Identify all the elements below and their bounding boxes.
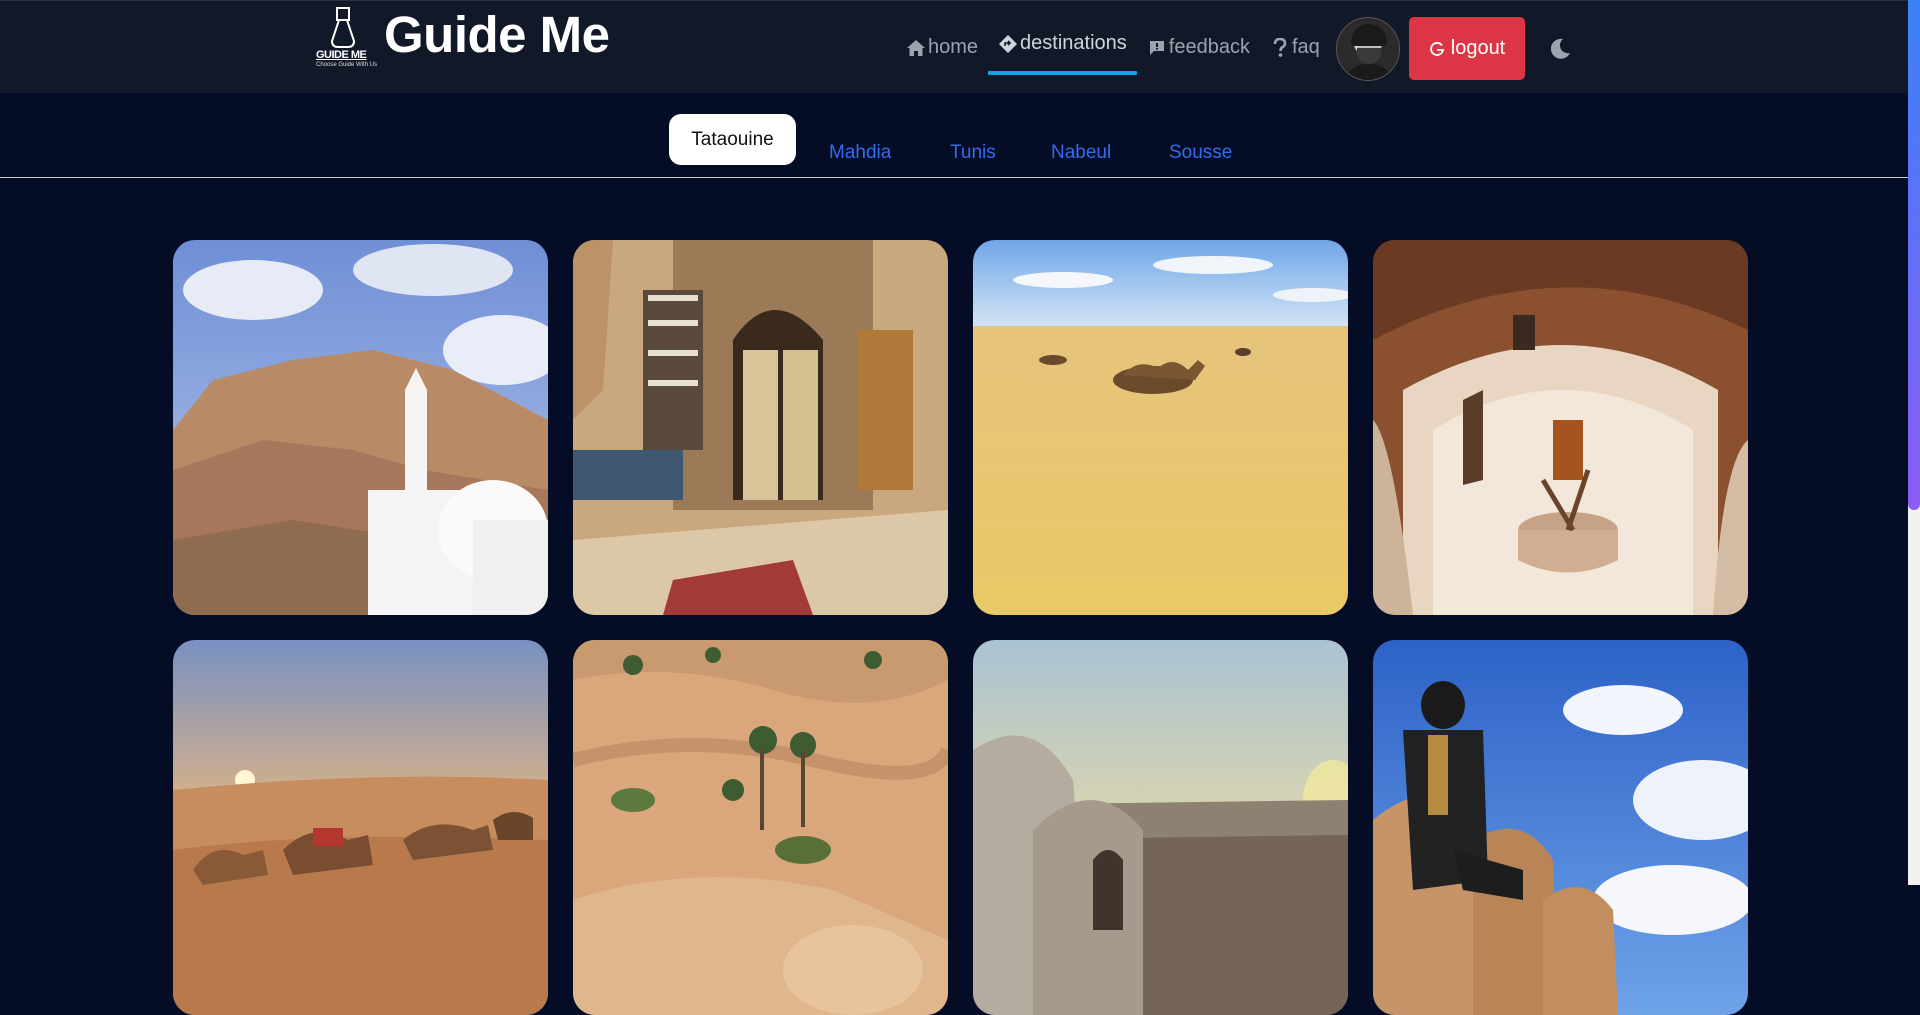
nav-destinations-label: destinations [1020,32,1127,54]
theme-toggle[interactable] [1546,35,1574,63]
nav-feedback-label: feedback [1168,36,1250,58]
person-logo-icon [330,7,356,48]
tab-mahdia[interactable]: Mahdia [829,142,891,164]
gallery-card[interactable] [173,640,548,1015]
brand-title: Guide Me [384,5,610,63]
dome-dusk-image [973,640,1348,1015]
nav-faq-link[interactable]: faq [1260,1,1330,94]
gallery-card[interactable] [573,640,948,1015]
brand[interactable]: GUIDE ME Choose Guide With Us Guide Me [314,3,610,73]
user-avatar[interactable] [1336,17,1400,81]
scrollbar-thumb[interactable] [1908,0,1920,510]
nav-home-label: home [928,36,979,58]
home-icon [906,38,926,58]
diamond-turn-icon [998,34,1018,54]
gallery-card[interactable] [173,240,548,615]
gallery-card[interactable] [1373,640,1748,1015]
question-icon [1270,37,1290,58]
desert-sunset-camels-image [173,640,548,1015]
tab-nabeul[interactable]: Nabeul [1051,142,1111,164]
moon-icon [1550,38,1570,59]
gallery-card[interactable] [1373,240,1748,615]
nav-links: home destinations feedback faq [906,1,1330,94]
logout-label: logout [1450,37,1506,59]
nav-feedback-link[interactable]: feedback [1137,1,1260,94]
nav-home-link[interactable]: home [906,1,988,94]
logo-text: GUIDE ME [316,49,367,61]
doorway-rugs-image [573,240,948,615]
gallery-card[interactable] [973,640,1348,1015]
cave-dwelling-image [1373,240,1748,615]
logout-button[interactable]: logout [1409,17,1525,80]
desert-palms-image [573,640,948,1015]
nav-faq-label: faq [1291,36,1320,58]
tab-sousse[interactable]: Sousse [1169,142,1232,164]
nav-destinations-link[interactable]: destinations [988,1,1137,94]
mountain-village-image [173,240,548,615]
google-icon [1429,41,1445,57]
city-tabs: Tataouine Mahdia Tunis Nabeul Sousse [0,93,1908,178]
gallery-card[interactable] [573,240,948,615]
brand-logo: GUIDE ME Choose Guide With Us [314,5,378,71]
tab-tunis[interactable]: Tunis [950,142,996,164]
message-icon [1147,38,1167,58]
gallery-card[interactable] [973,240,1348,615]
logo-subtext: Choose Guide With Us [316,62,378,68]
desert-camels-image [973,240,1348,615]
tab-tataouine[interactable]: Tataouine [669,114,796,165]
navbar: GUIDE ME Choose Guide With Us Guide Me h… [0,0,1908,93]
figure-on-building-image [1373,640,1748,1015]
